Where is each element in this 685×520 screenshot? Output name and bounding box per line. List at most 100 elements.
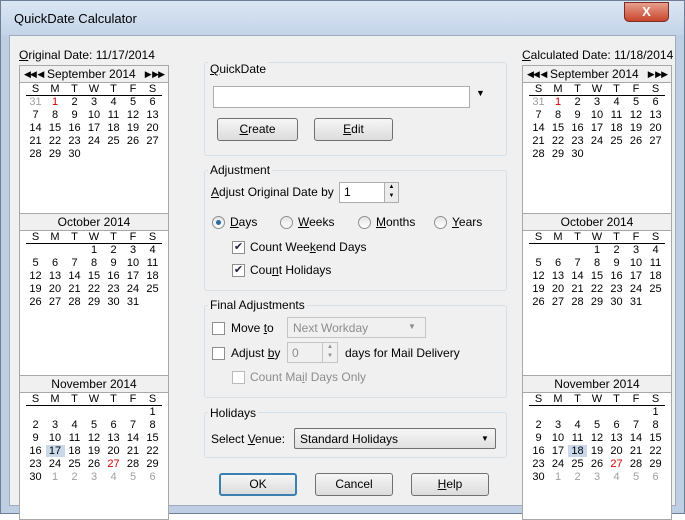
day-cell[interactable]: 30: [26, 471, 45, 483]
day-cell[interactable]: 23: [65, 135, 84, 147]
day-cell[interactable]: 10: [627, 257, 646, 269]
calculated-date-calendar[interactable]: ◀◀ ◀ ▶ ▶▶ September 2014 S M T W T F S 31 1 2 3 4 5 6 7 8 9…: [522, 65, 672, 520]
cancel-button[interactable]: Cancel: [315, 473, 393, 496]
day-cell[interactable]: 16: [65, 122, 84, 134]
day-cell[interactable]: 18: [104, 122, 123, 134]
day-cell[interactable]: 2: [65, 471, 84, 483]
day-cell[interactable]: 20: [143, 122, 162, 134]
day-cell[interactable]: 31: [529, 96, 548, 108]
spinner-arrows-icon[interactable]: ▲ ▼: [384, 183, 398, 202]
day-cell[interactable]: 2: [568, 471, 587, 483]
day-cell[interactable]: 19: [588, 445, 607, 457]
day-cell[interactable]: 6: [104, 419, 123, 431]
prev-month-icon[interactable]: ◀◀ ◀: [24, 66, 44, 83]
day-cell[interactable]: 14: [124, 432, 143, 444]
day-cell[interactable]: 24: [588, 135, 607, 147]
day-cell[interactable]: 8: [143, 419, 162, 431]
day-cell[interactable]: 15: [549, 122, 568, 134]
day-cell[interactable]: 5: [26, 257, 45, 269]
day-cell[interactable]: 20: [607, 445, 626, 457]
day-cell[interactable]: 7: [26, 109, 45, 121]
day-cell[interactable]: 16: [607, 270, 626, 282]
day-cell[interactable]: 2: [607, 244, 626, 256]
day-cell[interactable]: 2: [26, 419, 45, 431]
day-cell[interactable]: 25: [65, 458, 84, 470]
day-cell[interactable]: 18: [607, 122, 626, 134]
day-cell[interactable]: 15: [143, 432, 162, 444]
day-cell[interactable]: 23: [607, 283, 626, 295]
day-cell[interactable]: 28: [65, 296, 84, 308]
day-cell[interactable]: 16: [104, 270, 123, 282]
day-cell[interactable]: 29: [646, 458, 665, 470]
day-cell[interactable]: 7: [529, 109, 548, 121]
title-bar[interactable]: QuickDate Calculator X: [1, 1, 684, 35]
day-cell[interactable]: 29: [549, 148, 568, 160]
day-cell[interactable]: 26: [124, 135, 143, 147]
day-cell[interactable]: 19: [85, 445, 104, 457]
day-cell[interactable]: 12: [124, 109, 143, 121]
day-cell[interactable]: 7: [65, 257, 84, 269]
day-cell[interactable]: 22: [85, 283, 104, 295]
next-month-icon[interactable]: ▶ ▶▶: [648, 66, 668, 83]
day-cell[interactable]: 10: [85, 109, 104, 121]
day-cell[interactable]: 26: [26, 296, 45, 308]
day-cell[interactable]: 25: [646, 283, 665, 295]
day-cell[interactable]: 18: [646, 270, 665, 282]
day-cell[interactable]: 26: [588, 458, 607, 470]
day-cell[interactable]: 12: [85, 432, 104, 444]
day-cell[interactable]: 31: [124, 296, 143, 308]
day-cell[interactable]: 8: [549, 109, 568, 121]
day-cell[interactable]: 11: [568, 432, 587, 444]
day-cell[interactable]: 26: [627, 135, 646, 147]
day-cell[interactable]: 4: [646, 244, 665, 256]
day-cell[interactable]: 13: [646, 109, 665, 121]
day-cell[interactable]: 11: [607, 109, 626, 121]
day-cell[interactable]: 4: [65, 419, 84, 431]
mail-delivery-days-spinner[interactable]: 0 ▲ ▼: [287, 342, 338, 363]
weeks-radio-label[interactable]: Weeks: [298, 215, 334, 229]
prev-month-icon[interactable]: ◀◀ ◀: [527, 66, 547, 83]
day-cell[interactable]: 23: [26, 458, 45, 470]
day-cell[interactable]: 9: [607, 257, 626, 269]
day-cell[interactable]: 20: [104, 445, 123, 457]
day-cell[interactable]: 13: [46, 270, 65, 282]
day-cell[interactable]: 5: [627, 96, 646, 108]
day-cell[interactable]: 10: [588, 109, 607, 121]
day-cell[interactable]: 14: [65, 270, 84, 282]
count-mail-days-checkbox[interactable]: [232, 371, 245, 384]
day-cell[interactable]: 21: [26, 135, 45, 147]
day-cell[interactable]: 5: [124, 96, 143, 108]
day-cell[interactable]: 24: [85, 135, 104, 147]
day-cell[interactable]: 15: [646, 432, 665, 444]
day-cell[interactable]: 7: [627, 419, 646, 431]
day-cell[interactable]: 27: [46, 296, 65, 308]
day-cell[interactable]: 13: [607, 432, 626, 444]
days-radio[interactable]: [212, 216, 225, 229]
day-cell[interactable]: 23: [529, 458, 548, 470]
day-cell[interactable]: 1: [143, 406, 162, 418]
day-cell[interactable]: 24: [549, 458, 568, 470]
day-cell[interactable]: 30: [65, 148, 84, 160]
move-to-select[interactable]: Next Workday ▼: [287, 317, 426, 338]
day-cell[interactable]: 3: [588, 96, 607, 108]
years-radio[interactable]: [434, 216, 447, 229]
day-cell[interactable]: 19: [627, 122, 646, 134]
day-cell[interactable]: 12: [529, 270, 548, 282]
venue-select[interactable]: Standard Holidays ▼: [294, 428, 496, 449]
day-cell[interactable]: 6: [143, 96, 162, 108]
day-cell[interactable]: 21: [568, 283, 587, 295]
day-cell[interactable]: 14: [627, 432, 646, 444]
day-cell[interactable]: 27: [549, 296, 568, 308]
day-cell[interactable]: 27: [143, 135, 162, 147]
day-cell[interactable]: 31: [627, 296, 646, 308]
day-cell[interactable]: 21: [627, 445, 646, 457]
day-cell[interactable]: 1: [549, 471, 568, 483]
day-cell[interactable]: 3: [124, 244, 143, 256]
day-cell[interactable]: 20: [646, 122, 665, 134]
day-cell[interactable]: 10: [549, 432, 568, 444]
day-cell[interactable]: 29: [85, 296, 104, 308]
day-cell[interactable]: 21: [124, 445, 143, 457]
day-cell[interactable]: 28: [529, 148, 548, 160]
ok-button[interactable]: OK: [219, 473, 297, 496]
weeks-radio[interactable]: [280, 216, 293, 229]
